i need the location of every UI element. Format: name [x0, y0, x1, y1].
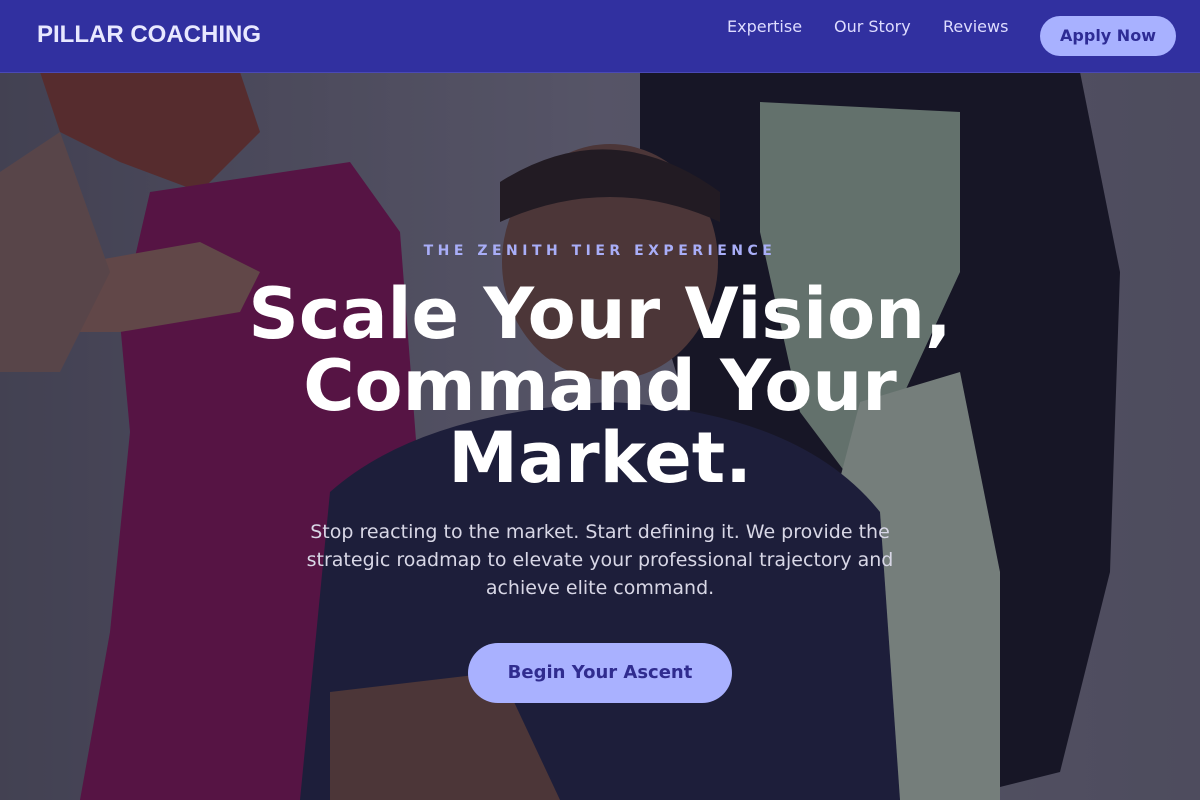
- brand-logo[interactable]: PILLAR COACHING: [37, 21, 261, 49]
- headline-line-2: Command Your: [303, 345, 897, 427]
- site-header: PILLAR COACHING Expertise Our Story Revi…: [0, 0, 1200, 73]
- begin-ascent-button[interactable]: Begin Your Ascent: [468, 643, 732, 703]
- headline-line-1: Scale Your Vision,: [248, 273, 952, 355]
- nav-link-expertise[interactable]: Expertise: [727, 17, 802, 36]
- apply-now-button[interactable]: Apply Now: [1040, 16, 1176, 56]
- landing-page: PILLAR COACHING Expertise Our Story Revi…: [0, 0, 1200, 800]
- nav-link-our-story[interactable]: Our Story: [834, 17, 911, 36]
- nav-link-reviews[interactable]: Reviews: [943, 17, 1008, 36]
- hero-subtext: Stop reacting to the market. Start defin…: [306, 521, 894, 599]
- headline-line-3: Market.: [448, 417, 752, 499]
- hero-headline: Scale Your Vision, Command Your Market.: [200, 278, 1000, 494]
- hero-eyebrow: THE ZENITH TIER EXPERIENCE: [423, 243, 777, 259]
